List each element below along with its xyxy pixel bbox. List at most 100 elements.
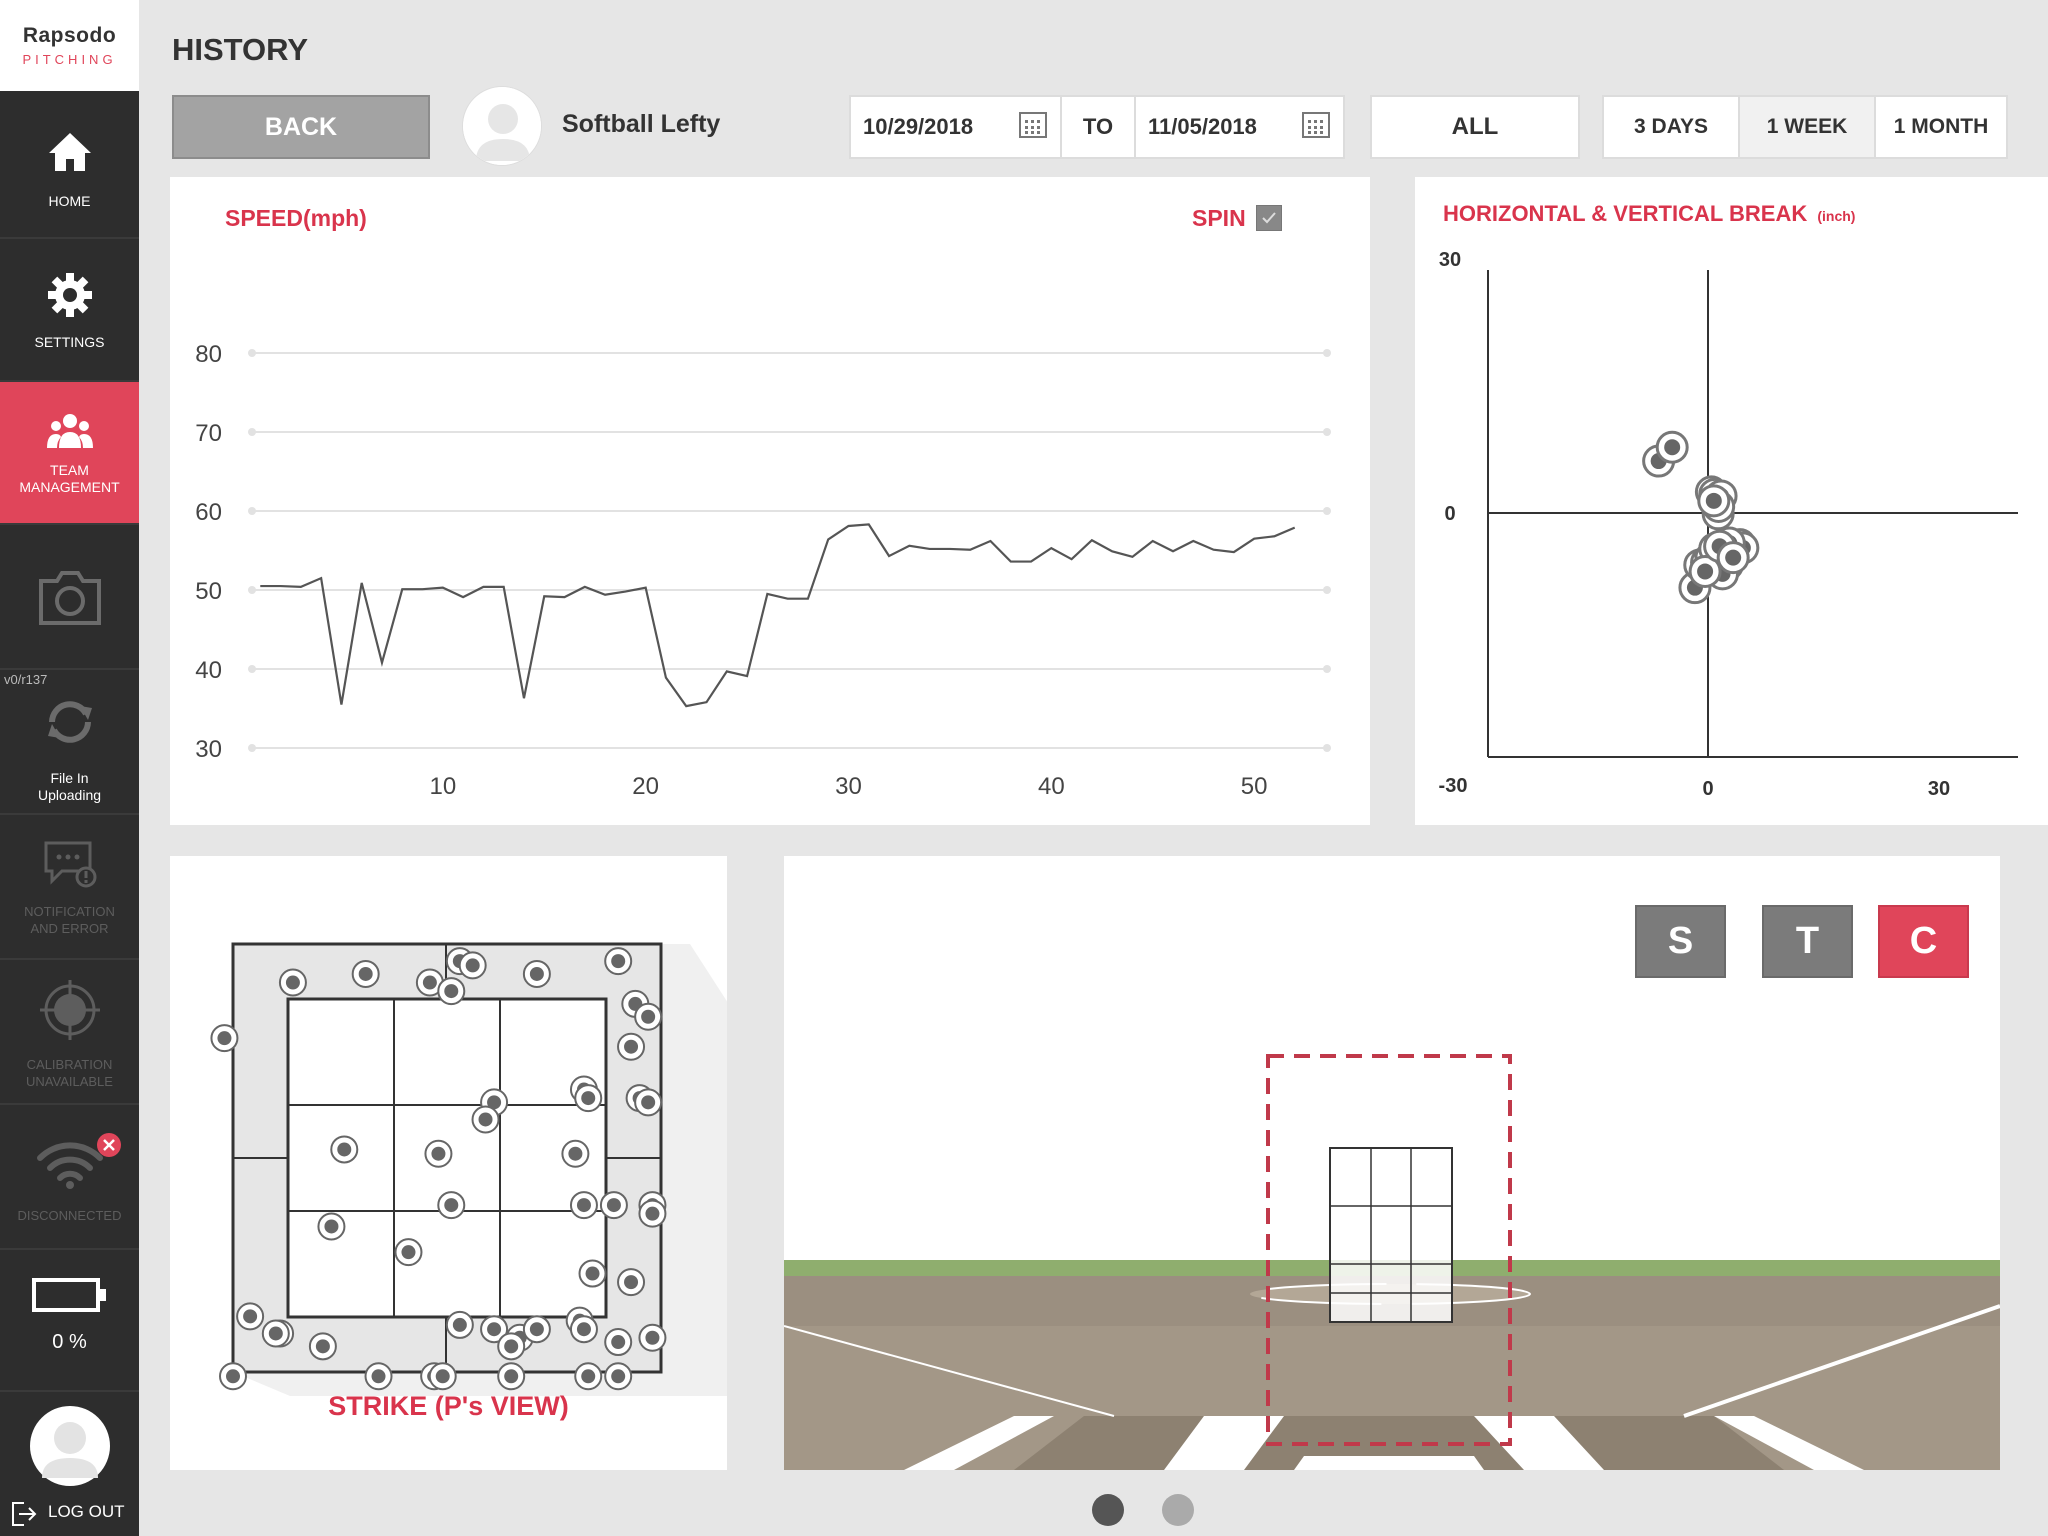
gridline-end [248,349,256,357]
battery-percent: 0 % [52,1331,87,1353]
date-to-field[interactable]: 11/05/2018 [1134,95,1345,159]
logo-product: PITCHING [22,52,117,67]
sidebar-item-team-management[interactable]: TEAM MANAGEMENT [0,382,139,525]
sidebar-item-label: DISCONNECTED [17,1208,122,1223]
page-dot[interactable] [1162,1494,1194,1526]
sidebar-item-label: CALIBRATION UNAVAILABLE [26,1057,113,1089]
speed-series-line [260,523,1296,708]
sidebar-item-connection[interactable]: DISCONNECTED [0,1105,139,1250]
sidebar-item-label: SETTINGS [34,334,105,350]
field-view-panel: S T C [784,856,2000,1470]
date-from-field[interactable]: 10/29/2018 [849,95,1062,159]
x-tick-label: 30 [1928,778,1950,800]
pitch-point [435,1369,450,1384]
pitch-point [504,1369,519,1384]
x-tick-label: 40 [1038,773,1065,800]
strike-zone-grid [1329,1147,1453,1323]
filter-all-label: ALL [1451,113,1499,140]
team-icon [0,412,139,452]
gridline-end [1323,665,1331,673]
gridline-end [248,665,256,673]
break-point [1705,492,1722,509]
pitch-point [324,1219,339,1234]
pitch-point [529,966,544,981]
view-c-button[interactable]: C [1878,905,1969,978]
sidebar-item-label: File In Uploading [37,770,102,803]
sync-icon [0,694,139,750]
x-tick-label: 10 [429,773,456,800]
to-label: TO [1082,114,1114,139]
strike-zone-chart [210,942,727,1396]
pitch-point [641,1095,656,1110]
pitch-point [337,1142,352,1157]
pitch-point [581,1091,596,1106]
x-tick-label: 20 [632,773,659,800]
gridline-end [248,507,256,515]
pitch-point [487,1322,502,1337]
gridline-end [248,428,256,436]
pitch-point [624,1039,639,1054]
y-tick-label: 50 [195,578,222,605]
sidebar-item-file-uploading[interactable]: File In Uploading [0,670,139,815]
pitch-point [576,1198,591,1213]
gridline-end [1323,349,1331,357]
pitch-point [401,1245,416,1260]
range-1-week-button[interactable]: 1 WEEK [1738,95,1876,159]
sidebar-item-notification[interactable]: NOTIFICATION AND ERROR [0,815,139,960]
pitch-point [576,1322,591,1337]
strike-zone-caption: STRIKE (P's VIEW) [328,1391,569,1421]
pitch-point [611,954,626,969]
y-tick-label: 40 [195,657,222,684]
player-name: Softball Lefty [562,110,721,138]
pitch-point [285,975,300,990]
back-button[interactable]: BACK [172,95,430,159]
page-dot-active[interactable] [1092,1494,1124,1526]
player-avatar [462,86,542,166]
calendar-icon[interactable] [1018,109,1048,145]
pitch-point [611,1335,626,1350]
gridline-end [248,586,256,594]
pitch-point [422,975,437,990]
sidebar-item-settings[interactable]: SETTINGS [0,239,139,382]
user-avatar [0,1406,139,1486]
pitch-point [645,1330,660,1345]
filter-all-button[interactable]: ALL [1370,95,1580,159]
sidebar-item-logout[interactable]: LOG OUT [0,1392,139,1536]
date-to-value: 11/05/2018 [1148,114,1257,139]
x-tick-label: 50 [1241,773,1268,800]
pitch-point [217,1031,232,1046]
app-logo: Rapsodo PITCHING [0,0,139,91]
camera-icon [0,567,139,627]
pitch-point [371,1369,386,1384]
range-3-days-button[interactable]: 3 DAYS [1602,95,1740,159]
gridline-end [1323,507,1331,515]
strike-zone-panel: STRIKE (P's VIEW) [170,856,727,1470]
pitch-point [465,958,480,973]
break-point [1725,549,1742,566]
sidebar-item-home[interactable]: HOME [0,91,139,239]
gridline-end [248,744,256,752]
sidebar-item-camera[interactable] [0,525,139,670]
view-s-button[interactable]: S [1635,905,1726,978]
range-label: 1 WEEK [1766,115,1848,138]
pitch-point [478,1112,493,1127]
sidebar: Rapsodo PITCHING HOME SETTINGS TEAM MANA… [0,0,139,1536]
pitch-point [315,1339,330,1354]
logout-icon [10,1500,38,1533]
sidebar-item-label: TEAM MANAGEMENT [19,462,120,495]
gridline-end [1323,586,1331,594]
view-t-button[interactable]: T [1762,905,1853,978]
pitch-point [585,1266,600,1281]
sidebar-item-label: HOME [48,193,91,209]
calendar-icon[interactable] [1301,109,1331,145]
home-icon [0,131,139,173]
gear-icon [0,271,139,319]
range-1-month-button[interactable]: 1 MONTH [1874,95,2008,159]
chat-error-icon [0,839,139,891]
sidebar-item-battery: 0 % [0,1250,139,1392]
date-from-value: 10/29/2018 [863,114,974,139]
y-tick-label: 80 [195,341,222,368]
sidebar-item-calibration[interactable]: CALIBRATION UNAVAILABLE [0,960,139,1105]
pitch-point [611,1369,626,1384]
x-tick-label: -30 [1439,775,1468,797]
